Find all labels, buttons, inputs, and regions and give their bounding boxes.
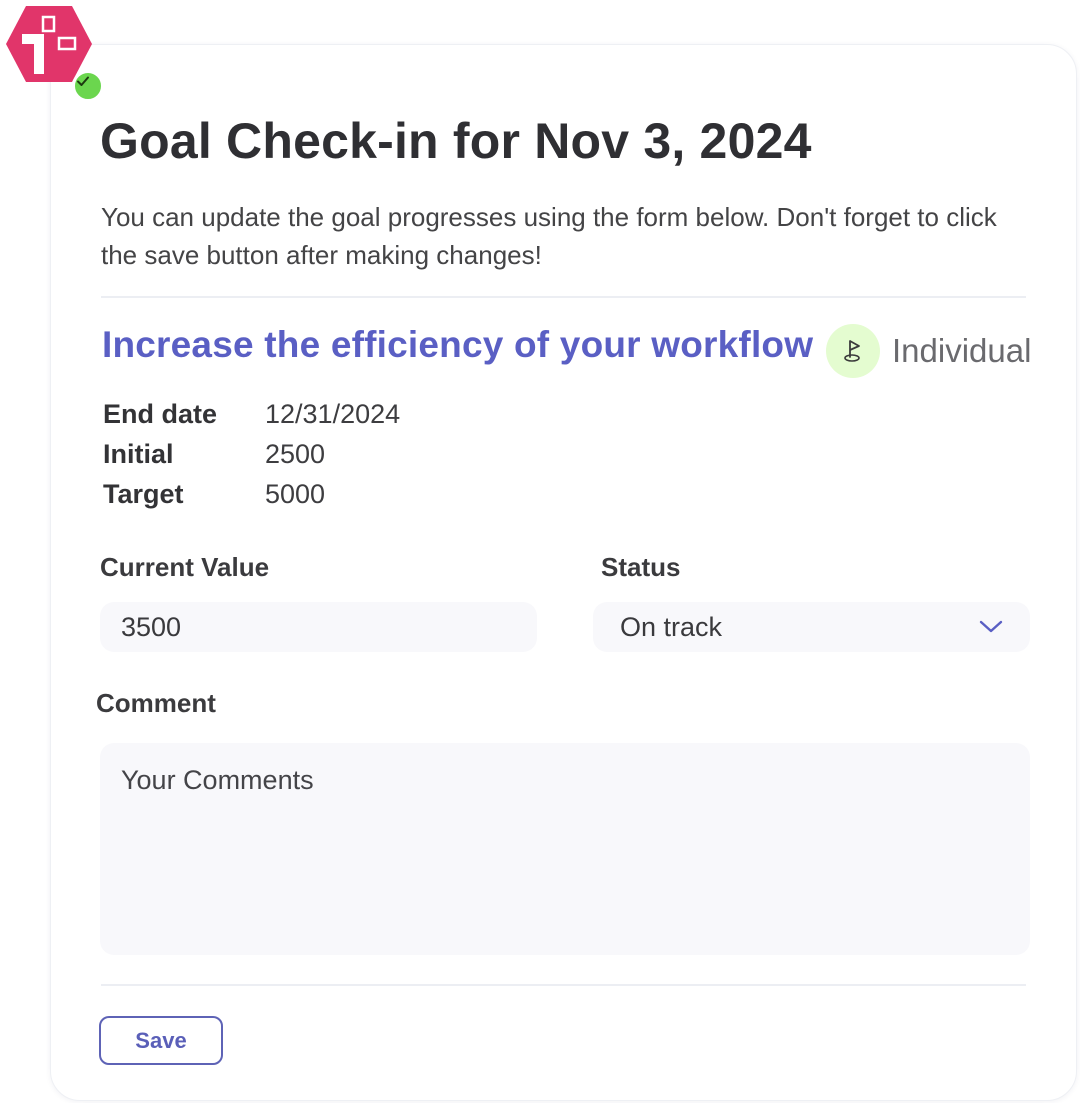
divider <box>101 984 1026 986</box>
verified-check-icon <box>72 70 104 102</box>
detail-value: 2500 <box>265 438 326 469</box>
comment-label: Comment <box>96 688 216 718</box>
status-select[interactable]: On track <box>593 602 1030 652</box>
comment-textarea[interactable]: Your Comments <box>100 743 1030 955</box>
detail-key: Target <box>103 478 184 509</box>
goal-details: End date 12/31/2024 Initial 2500 Target … <box>103 394 400 514</box>
intro-text: You can update the goal progresses using… <box>101 202 997 270</box>
golf-flag-icon <box>826 324 880 378</box>
goal-type-label: Individual <box>892 332 1032 369</box>
status-selected-value: On track <box>620 612 723 642</box>
status-label: Status <box>601 552 681 582</box>
detail-row-target: Target 5000 <box>103 474 400 514</box>
page-title: Goal Check-in for Nov 3, 2024 <box>100 113 812 169</box>
detail-key: End date <box>103 398 218 429</box>
app-logo <box>4 4 104 102</box>
save-button[interactable]: Save <box>99 1016 223 1065</box>
detail-value: 5000 <box>265 478 326 509</box>
detail-row-end-date: End date 12/31/2024 <box>103 394 400 434</box>
comment-placeholder: Your Comments <box>121 765 314 795</box>
goal-title: Increase the efficiency of your workflow <box>102 324 814 365</box>
detail-row-initial: Initial 2500 <box>103 434 400 474</box>
divider <box>101 296 1026 298</box>
detail-value: 12/31/2024 <box>265 398 401 429</box>
current-value-input[interactable]: 3500 <box>100 602 537 652</box>
chevron-down-icon <box>979 620 1003 633</box>
goal-type-chip: Individual <box>826 324 1031 378</box>
detail-key: Initial <box>103 438 174 469</box>
current-value-label: Current Value <box>100 552 270 582</box>
